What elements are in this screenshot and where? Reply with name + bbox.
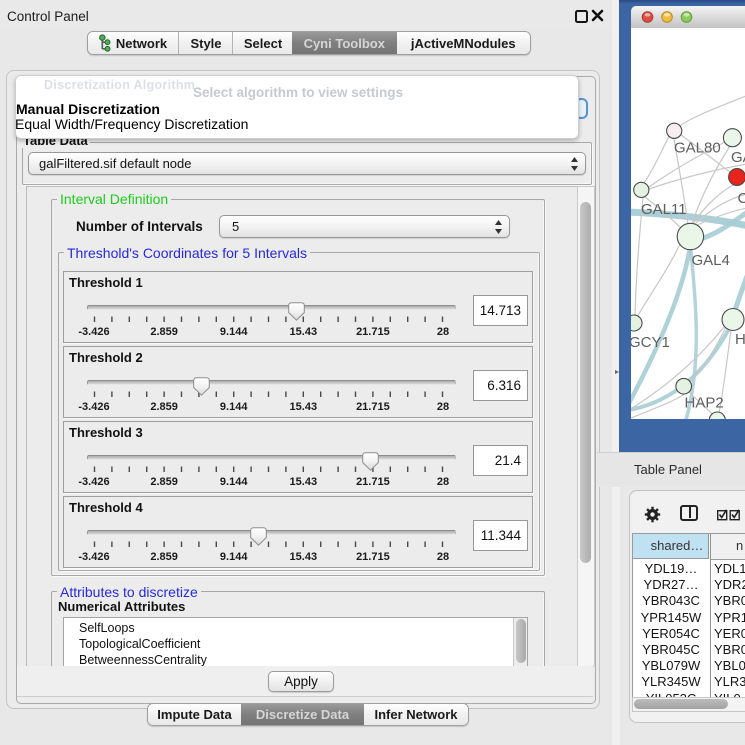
svg-text:GCY1: GCY1 — [631, 334, 670, 351]
svg-text:C: C — [738, 190, 745, 207]
svg-text:HAP2: HAP2 — [685, 395, 724, 412]
svg-text:GA: GA — [731, 149, 745, 166]
svg-text:GAL80: GAL80 — [674, 140, 721, 157]
svg-text:GAL4: GAL4 — [692, 252, 730, 269]
svg-text:H: H — [735, 331, 745, 348]
svg-text:GAL11: GAL11 — [641, 201, 687, 218]
